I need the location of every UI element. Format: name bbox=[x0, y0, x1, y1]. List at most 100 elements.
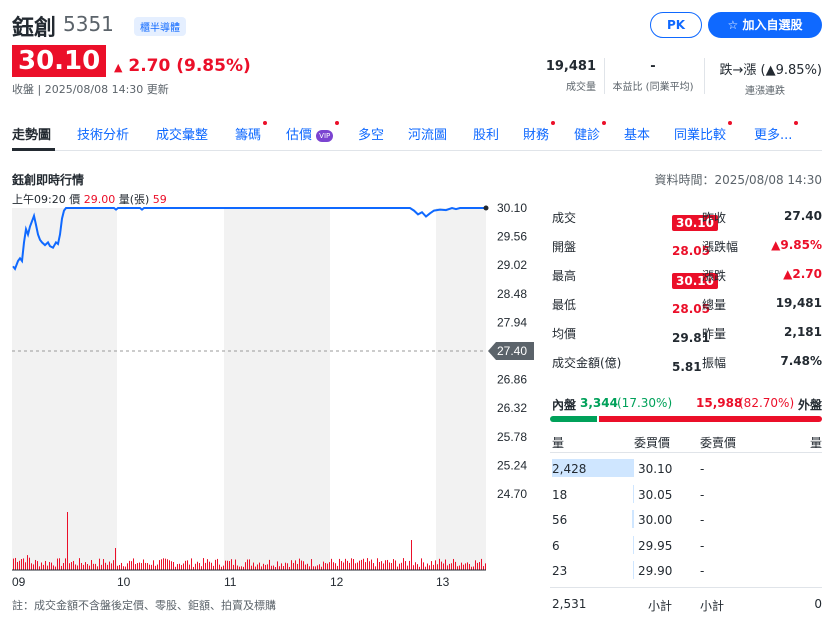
volume-bar bbox=[359, 560, 360, 570]
volume-bar bbox=[295, 560, 296, 570]
tab-dividend[interactable]: 股利 bbox=[473, 124, 499, 143]
add-watchlist-button[interactable]: ☆ 加入自選股 bbox=[708, 12, 822, 38]
x-tick-label: 09 bbox=[12, 575, 26, 589]
volume-bar bbox=[433, 564, 434, 570]
tab-more[interactable]: 更多... bbox=[754, 121, 799, 143]
volume-bar bbox=[385, 560, 386, 570]
y-tick-label: 24.70 bbox=[497, 487, 527, 501]
bid-qty-bar bbox=[633, 484, 634, 503]
orderbook-divider bbox=[550, 452, 822, 453]
volume-bar bbox=[51, 562, 52, 570]
tab-trades[interactable]: 成交彙整 bbox=[156, 124, 208, 143]
volume-bar bbox=[309, 566, 310, 570]
ask-price: - bbox=[700, 487, 705, 502]
volume-bar bbox=[395, 560, 396, 570]
volume-bar bbox=[315, 566, 316, 570]
stat-label: 連漲連跌 bbox=[745, 86, 785, 97]
tab-trend[interactable]: 走勢圖 bbox=[12, 124, 51, 143]
industry-tag[interactable]: 櫃半導體 bbox=[134, 17, 186, 36]
volume-bar bbox=[399, 563, 400, 570]
pk-button[interactable]: PK bbox=[650, 12, 702, 38]
volume-bar bbox=[263, 563, 264, 570]
add-watchlist-label: 加入自選股 bbox=[742, 18, 803, 32]
volume-bar bbox=[211, 562, 212, 570]
volume-bar bbox=[129, 560, 130, 570]
volume-bar bbox=[229, 561, 230, 570]
volume-bar bbox=[463, 564, 464, 570]
bid-price: 29.90 bbox=[638, 564, 673, 578]
tab-label: 健診 bbox=[574, 128, 601, 143]
header-ask-qty: 量 bbox=[809, 436, 822, 450]
vip-icon: VIP bbox=[316, 129, 334, 142]
stat-value: 跌→漲 (▲9.85%) bbox=[719, 63, 822, 78]
intraday-chart[interactable]: 30.10 29.56 29.02 28.48 27.94 26.86 26.32 25.78… bbox=[0, 200, 548, 592]
total-label: 小計 bbox=[700, 599, 725, 613]
hour-band bbox=[12, 208, 117, 570]
volume-bar bbox=[273, 565, 274, 570]
tab-bullbear[interactable]: 多空 bbox=[358, 124, 384, 143]
volume-bar bbox=[365, 562, 366, 570]
quote-label: 昨量 bbox=[702, 327, 727, 341]
tab-diagnosis[interactable]: 健診 bbox=[574, 121, 607, 143]
quote-label: 最低 bbox=[552, 298, 577, 312]
tab-peers[interactable]: 同業比較 bbox=[674, 121, 733, 143]
volume-bar bbox=[223, 565, 224, 570]
tab-finance[interactable]: 財務 bbox=[523, 121, 556, 143]
volume-bar bbox=[455, 561, 456, 570]
stat-label: 成交量 bbox=[566, 82, 596, 93]
volume-bar bbox=[453, 558, 454, 570]
volume-bar bbox=[407, 565, 408, 570]
volume-bar bbox=[91, 560, 92, 570]
volume-bar bbox=[361, 559, 362, 570]
volume-bar bbox=[285, 562, 286, 570]
volume-bar bbox=[427, 563, 428, 570]
volume-bar bbox=[287, 563, 288, 570]
volume-bar bbox=[293, 562, 294, 570]
volume-bar bbox=[279, 566, 280, 570]
volume-bar bbox=[363, 558, 364, 570]
volume-bar bbox=[75, 564, 76, 570]
quote-label: 成交金額(億) bbox=[552, 356, 622, 370]
volume-bar bbox=[265, 564, 266, 570]
tab-river[interactable]: 河流圖 bbox=[408, 124, 447, 143]
volume-bar bbox=[185, 560, 186, 570]
tab-technical[interactable]: 技術分析 bbox=[77, 124, 129, 143]
status-time: 收盤 | 2025/08/08 14:30 更新 bbox=[12, 83, 169, 96]
volume-bar bbox=[85, 562, 86, 570]
volume-bar bbox=[343, 562, 344, 570]
volume-bar bbox=[113, 560, 114, 570]
quote-label: 均價 bbox=[552, 327, 577, 341]
quote-row: 成交金額(億) 5.81 振幅 7.48% bbox=[550, 348, 822, 377]
volume-bar bbox=[227, 560, 228, 570]
stat-value: - bbox=[650, 59, 656, 74]
volume-bar bbox=[149, 564, 150, 570]
volume-bar bbox=[117, 565, 118, 570]
volume-bar bbox=[105, 562, 106, 570]
volume-bar bbox=[25, 562, 26, 570]
volume-bar bbox=[43, 564, 44, 570]
volume-bar bbox=[155, 565, 156, 570]
volume-bar bbox=[123, 566, 124, 570]
volume-bar bbox=[377, 558, 378, 570]
quote-value: 7.48% bbox=[780, 354, 822, 368]
volume-bar bbox=[153, 560, 154, 570]
tab-basic[interactable]: 基本 bbox=[624, 124, 650, 143]
quote-label: 昨收 bbox=[702, 211, 727, 225]
quote-value: 19,481 bbox=[775, 296, 822, 310]
tab-valuation[interactable]: 估價 VIP bbox=[286, 121, 340, 143]
y-tick-label: 26.86 bbox=[497, 373, 527, 387]
volume-bar bbox=[177, 564, 178, 570]
tab-chips[interactable]: 籌碼 bbox=[235, 121, 268, 143]
volume-bar bbox=[403, 558, 404, 570]
volume-bar bbox=[355, 563, 356, 570]
volume-bar bbox=[151, 564, 152, 570]
volume-bar bbox=[335, 563, 336, 570]
y-tick-label: 25.24 bbox=[497, 458, 527, 472]
orderbook-header: 量 委買價 委賣價 量 bbox=[550, 434, 822, 450]
orderbook-row: 6 29.95 - bbox=[550, 535, 822, 557]
x-tick-label: 12 bbox=[330, 575, 344, 589]
inner-percent: (17.30%) bbox=[617, 396, 673, 410]
bid-qty: 18 bbox=[552, 487, 568, 502]
volume-bar bbox=[281, 563, 282, 570]
new-dot bbox=[602, 121, 607, 125]
